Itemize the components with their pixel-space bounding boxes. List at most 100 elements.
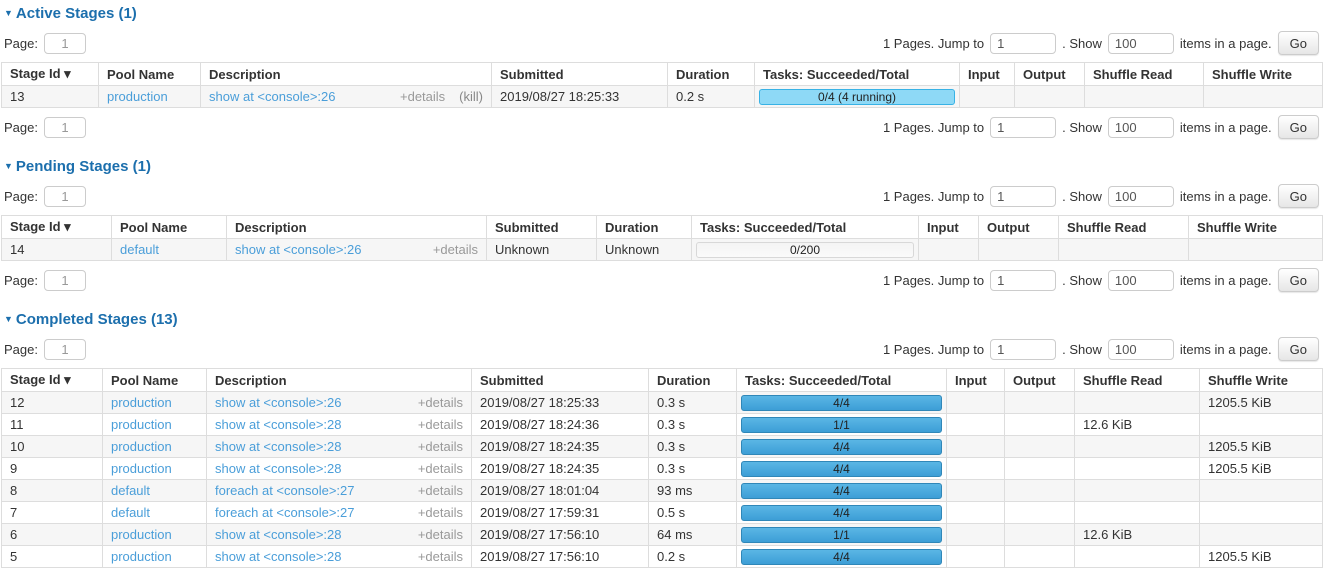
column-header[interactable]: Shuffle Write (1189, 216, 1323, 239)
details-toggle[interactable]: +details (418, 439, 463, 454)
column-header[interactable]: Shuffle Read (1059, 216, 1189, 239)
jump-to-input[interactable] (990, 186, 1056, 207)
description-link[interactable]: show at <console>:26 (235, 242, 361, 257)
description-actions: +details (418, 483, 463, 498)
description-link[interactable]: show at <console>:28 (215, 549, 341, 564)
pool-name-link[interactable]: production (111, 461, 172, 476)
jump-to-input[interactable] (990, 117, 1056, 138)
column-header[interactable]: Description (227, 216, 487, 239)
pool-name-link[interactable]: production (111, 549, 172, 564)
description-link[interactable]: show at <console>:28 (215, 439, 341, 454)
kill-link[interactable]: (kill) (459, 89, 483, 104)
duration-cell: 0.2 s (649, 546, 737, 568)
pool-name-link[interactable]: default (120, 242, 159, 257)
column-header[interactable]: Duration (649, 369, 737, 392)
go-button[interactable]: Go (1278, 268, 1319, 292)
output-cell (979, 239, 1059, 261)
shuffle-read-cell (1075, 436, 1200, 458)
description-link[interactable]: show at <console>:28 (215, 461, 341, 476)
column-header[interactable]: Output (1015, 63, 1085, 86)
column-header[interactable]: Pool Name (103, 369, 207, 392)
section-heading-active[interactable]: ▼Active Stages (1) (4, 4, 1323, 23)
column-header[interactable]: Tasks: Succeeded/Total (755, 63, 960, 86)
go-button[interactable]: Go (1278, 337, 1319, 361)
column-header[interactable]: Tasks: Succeeded/Total (737, 369, 947, 392)
details-toggle[interactable]: +details (418, 417, 463, 432)
shuffle-read-cell (1075, 546, 1200, 568)
details-toggle[interactable]: +details (418, 527, 463, 542)
pagination-bottom-active: Page:1 Pages. Jump to. Showitems in a pa… (0, 109, 1323, 145)
details-toggle[interactable]: +details (433, 242, 478, 257)
column-header[interactable]: Submitted (472, 369, 649, 392)
description-link[interactable]: foreach at <console>:27 (215, 483, 355, 498)
description-link[interactable]: show at <console>:28 (215, 527, 341, 542)
output-cell (1005, 546, 1075, 568)
details-toggle[interactable]: +details (418, 483, 463, 498)
page-number-input[interactable] (44, 339, 86, 360)
tasks-cell: 0/4 (4 running) (755, 86, 960, 108)
go-button[interactable]: Go (1278, 115, 1319, 139)
column-header[interactable]: Stage Id ▾ (2, 216, 112, 239)
page-number-input[interactable] (44, 33, 86, 54)
column-header[interactable]: Input (960, 63, 1015, 86)
section-heading-pending[interactable]: ▼Pending Stages (1) (4, 157, 1323, 176)
pool-name-link[interactable]: default (111, 505, 150, 520)
description-cell: +details show at <console>:28 (207, 458, 472, 480)
completed-stages-table: Stage Id ▾Pool NameDescriptionSubmittedD… (1, 368, 1323, 568)
column-header[interactable]: Pool Name (112, 216, 227, 239)
details-toggle[interactable]: +details (400, 89, 445, 104)
pool-name-link[interactable]: production (111, 395, 172, 410)
show-count-input[interactable] (1108, 117, 1174, 138)
column-header[interactable]: Stage Id ▾ (2, 63, 99, 86)
spark-stages-page: ▼Active Stages (1) Page:1 Pages. Jump to… (0, 0, 1323, 568)
go-button[interactable]: Go (1278, 31, 1319, 55)
column-header[interactable]: Duration (668, 63, 755, 86)
shuffle-read-cell (1085, 86, 1204, 108)
description-link[interactable]: show at <console>:28 (215, 417, 341, 432)
column-header[interactable]: Duration (597, 216, 692, 239)
page-number-input[interactable] (44, 117, 86, 138)
pool-name-link[interactable]: production (107, 89, 168, 104)
task-progress-bar: 1/1 (741, 527, 942, 543)
column-header[interactable]: Pool Name (99, 63, 201, 86)
details-toggle[interactable]: +details (418, 461, 463, 476)
column-header[interactable]: Input (919, 216, 979, 239)
column-header[interactable]: Shuffle Write (1200, 369, 1323, 392)
collapse-arrow-icon: ▼ (4, 161, 13, 171)
column-header[interactable]: Description (201, 63, 492, 86)
column-header[interactable]: Shuffle Read (1075, 369, 1200, 392)
pool-name-link[interactable]: production (111, 527, 172, 542)
task-progress-bar: 4/4 (741, 549, 942, 565)
details-toggle[interactable]: +details (418, 549, 463, 564)
show-count-input[interactable] (1108, 33, 1174, 54)
pool-name-link[interactable]: production (111, 417, 172, 432)
description-link[interactable]: show at <console>:26 (209, 89, 335, 104)
description-link[interactable]: foreach at <console>:27 (215, 505, 355, 520)
jump-to-input[interactable] (990, 33, 1056, 54)
column-header[interactable]: Output (1005, 369, 1075, 392)
column-header[interactable]: Shuffle Write (1204, 63, 1323, 86)
column-header[interactable]: Input (947, 369, 1005, 392)
column-header[interactable]: Stage Id ▾ (2, 369, 103, 392)
jump-to-input[interactable] (990, 270, 1056, 291)
page-number-input[interactable] (44, 186, 86, 207)
go-button[interactable]: Go (1278, 184, 1319, 208)
description-link[interactable]: show at <console>:26 (215, 395, 341, 410)
page-number-input[interactable] (44, 270, 86, 291)
column-header[interactable]: Shuffle Read (1085, 63, 1204, 86)
jump-to-input[interactable] (990, 339, 1056, 360)
pool-name-link[interactable]: default (111, 483, 150, 498)
pool-name-link[interactable]: production (111, 439, 172, 454)
column-header[interactable]: Output (979, 216, 1059, 239)
show-count-input[interactable] (1108, 186, 1174, 207)
column-header[interactable]: Tasks: Succeeded/Total (692, 216, 919, 239)
details-toggle[interactable]: +details (418, 395, 463, 410)
show-count-input[interactable] (1108, 339, 1174, 360)
show-count-input[interactable] (1108, 270, 1174, 291)
column-header[interactable]: Description (207, 369, 472, 392)
details-toggle[interactable]: +details (418, 505, 463, 520)
pool-name-cell: production (103, 436, 207, 458)
section-heading-completed[interactable]: ▼Completed Stages (13) (4, 310, 1323, 329)
column-header[interactable]: Submitted (492, 63, 668, 86)
column-header[interactable]: Submitted (487, 216, 597, 239)
